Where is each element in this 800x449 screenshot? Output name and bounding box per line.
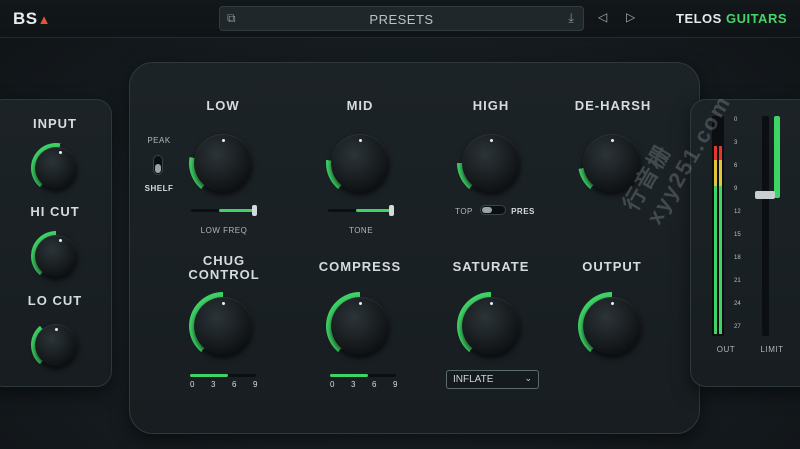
scale-21: 21 [734,278,741,284]
deharsh-label: DE-HARSH [574,98,652,113]
brand-guitars: GUITARS [725,11,788,26]
scale-15: 15 [734,232,741,238]
tone-fill [356,209,390,212]
limiter-meter [774,116,780,198]
scale-24: 24 [734,301,741,307]
shelf-label: SHELF [144,184,174,193]
meter-green-left [714,186,717,334]
scale-9: 9 [734,186,738,192]
scale-6: 6 [734,163,738,169]
tone-slider[interactable] [328,205,394,216]
pres-label: PRES [511,207,535,216]
chevron-down-icon: ⌄ [524,373,532,383]
compress-step-0[interactable]: 0 [330,380,334,389]
locut-knob[interactable] [31,320,81,370]
output-label: OUTPUT [582,259,642,274]
compress-step-3[interactable]: 3 [351,380,355,389]
plugin-logo: BS▲ [13,9,51,29]
brand-telos: TELOS [676,11,722,26]
low-freq-fill [219,209,253,212]
high-knob[interactable] [457,129,525,197]
presets-bar[interactable]: ⧉ PRESETS ⤓ [219,6,584,31]
scale-0: 0 [734,117,738,123]
meter-yellow-right [719,160,722,186]
peak-shelf-toggle[interactable] [153,155,163,175]
saturate-label: SATURATE [452,259,530,274]
hicut-knob[interactable] [31,231,81,281]
limit-label: LIMIT [760,345,784,354]
chug-label-line1: CHUG [202,253,246,268]
output-knob[interactable] [578,292,646,360]
low-label: LOW [206,98,240,113]
logo-triangle-icon: ▲ [37,12,51,27]
saturate-knob[interactable] [457,292,525,360]
low-knob[interactable] [189,129,257,197]
mid-label: MID [346,98,374,113]
tone-thumb[interactable] [389,205,394,216]
tone-label: TONE [348,226,374,235]
out-label: OUT [716,345,736,354]
main-panel [129,62,700,434]
limiter-thumb[interactable] [755,191,775,199]
chug-control-label: CHUG CONTROL [176,254,272,282]
top-bar: BS▲ ⧉ PRESETS ⤓ ◁ ▷ TELOS GUITARS [0,0,800,38]
top-label: TOP [455,207,473,216]
compress-step-9[interactable]: 9 [393,380,397,389]
hicut-label: HI CUT [30,204,80,219]
peak-label: PEAK [147,136,171,145]
meter-red-left [714,146,717,160]
chug-label-line2: CONTROL [188,267,260,282]
chug-step-6[interactable]: 6 [232,380,236,389]
compress-label: COMPRESS [318,259,402,274]
low-freq-slider[interactable] [191,205,257,216]
compress-knob[interactable] [326,292,394,360]
chug-step-bar[interactable] [190,374,256,377]
saturate-mode-value: INFLATE [453,374,494,385]
compress-step-6[interactable]: 6 [372,380,376,389]
mid-knob[interactable] [326,129,394,197]
scale-12: 12 [734,209,741,215]
presets-label[interactable]: PRESETS [220,12,583,27]
top-pres-toggle[interactable] [480,205,506,215]
chug-step-0[interactable]: 0 [190,380,194,389]
download-icon[interactable]: ⤓ [568,10,574,26]
saturate-mode-dropdown[interactable]: INFLATE ⌄ [446,370,539,389]
input-knob[interactable] [31,143,81,193]
chug-step-9[interactable]: 9 [253,380,257,389]
brand-logo: TELOS GUITARS [676,11,787,26]
high-label: HIGH [472,98,510,113]
output-meter [712,116,724,336]
chug-step-3[interactable]: 3 [211,380,215,389]
compress-step-bar[interactable] [330,374,396,377]
prev-preset-icon[interactable]: ◁ [598,10,607,24]
low-freq-label: LOW FREQ [200,226,248,235]
meter-yellow-left [714,160,717,186]
logo-text: BS [13,9,38,28]
limiter-track[interactable] [762,116,769,336]
scale-18: 18 [734,255,741,261]
meter-red-right [719,146,722,160]
low-freq-thumb[interactable] [252,205,257,216]
compress-step-fill [330,374,368,377]
chug-step-fill [190,374,228,377]
scale-3: 3 [734,140,738,146]
input-label: INPUT [33,116,77,131]
next-preset-icon[interactable]: ▷ [626,10,635,24]
meter-green-right [719,186,722,334]
scale-27: 27 [734,324,741,330]
locut-label: LO CUT [27,293,83,308]
chug-control-knob[interactable] [189,292,257,360]
